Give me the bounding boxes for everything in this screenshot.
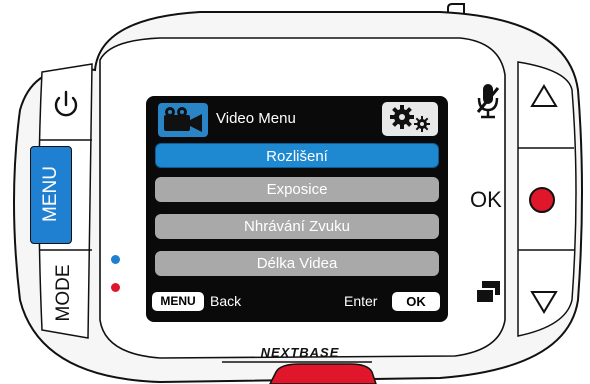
menu-item-delka-videa[interactable]: Délka Videa	[155, 251, 439, 276]
power-button[interactable]	[42, 74, 90, 136]
brand-logo: NEXTBASE	[260, 345, 340, 360]
menu-button-label: MENU	[40, 166, 61, 222]
power-icon	[54, 90, 78, 117]
triangle-up-icon	[530, 84, 558, 107]
back-label: Back	[210, 293, 242, 309]
menu-key-badge: MENU	[152, 292, 204, 311]
triangle-down-icon	[530, 291, 558, 314]
ok-key-badge: OK	[392, 292, 440, 311]
ok-label: OK	[470, 187, 502, 212]
menu-item-nahravani-zvuku[interactable]: Nhrávání Zvuku	[155, 214, 439, 239]
up-button[interactable]	[522, 74, 566, 138]
menu-title: Video Menu	[216, 110, 296, 127]
record-button[interactable]	[522, 170, 566, 230]
menu-item-rozliseni[interactable]: Rozlišení	[155, 143, 439, 168]
video-camera-icon	[158, 103, 208, 137]
gears-icon[interactable]	[382, 102, 438, 136]
lcd-screen: Video Menu Rozlišení Exposice Nhrávání Z…	[146, 96, 448, 322]
microphone-muted-icon	[474, 82, 502, 122]
menu-item-exposice[interactable]: Exposice	[155, 177, 439, 202]
red-led	[111, 283, 120, 292]
protect-file-icon	[473, 278, 503, 308]
menu-button[interactable]: MENU	[30, 146, 72, 244]
down-button[interactable]	[522, 266, 566, 330]
mode-button[interactable]: MODE	[40, 254, 88, 332]
blue-led	[111, 255, 120, 264]
record-dot-icon	[529, 187, 555, 213]
enter-label: Enter	[344, 293, 378, 309]
mode-button-label: MODE	[53, 264, 74, 322]
